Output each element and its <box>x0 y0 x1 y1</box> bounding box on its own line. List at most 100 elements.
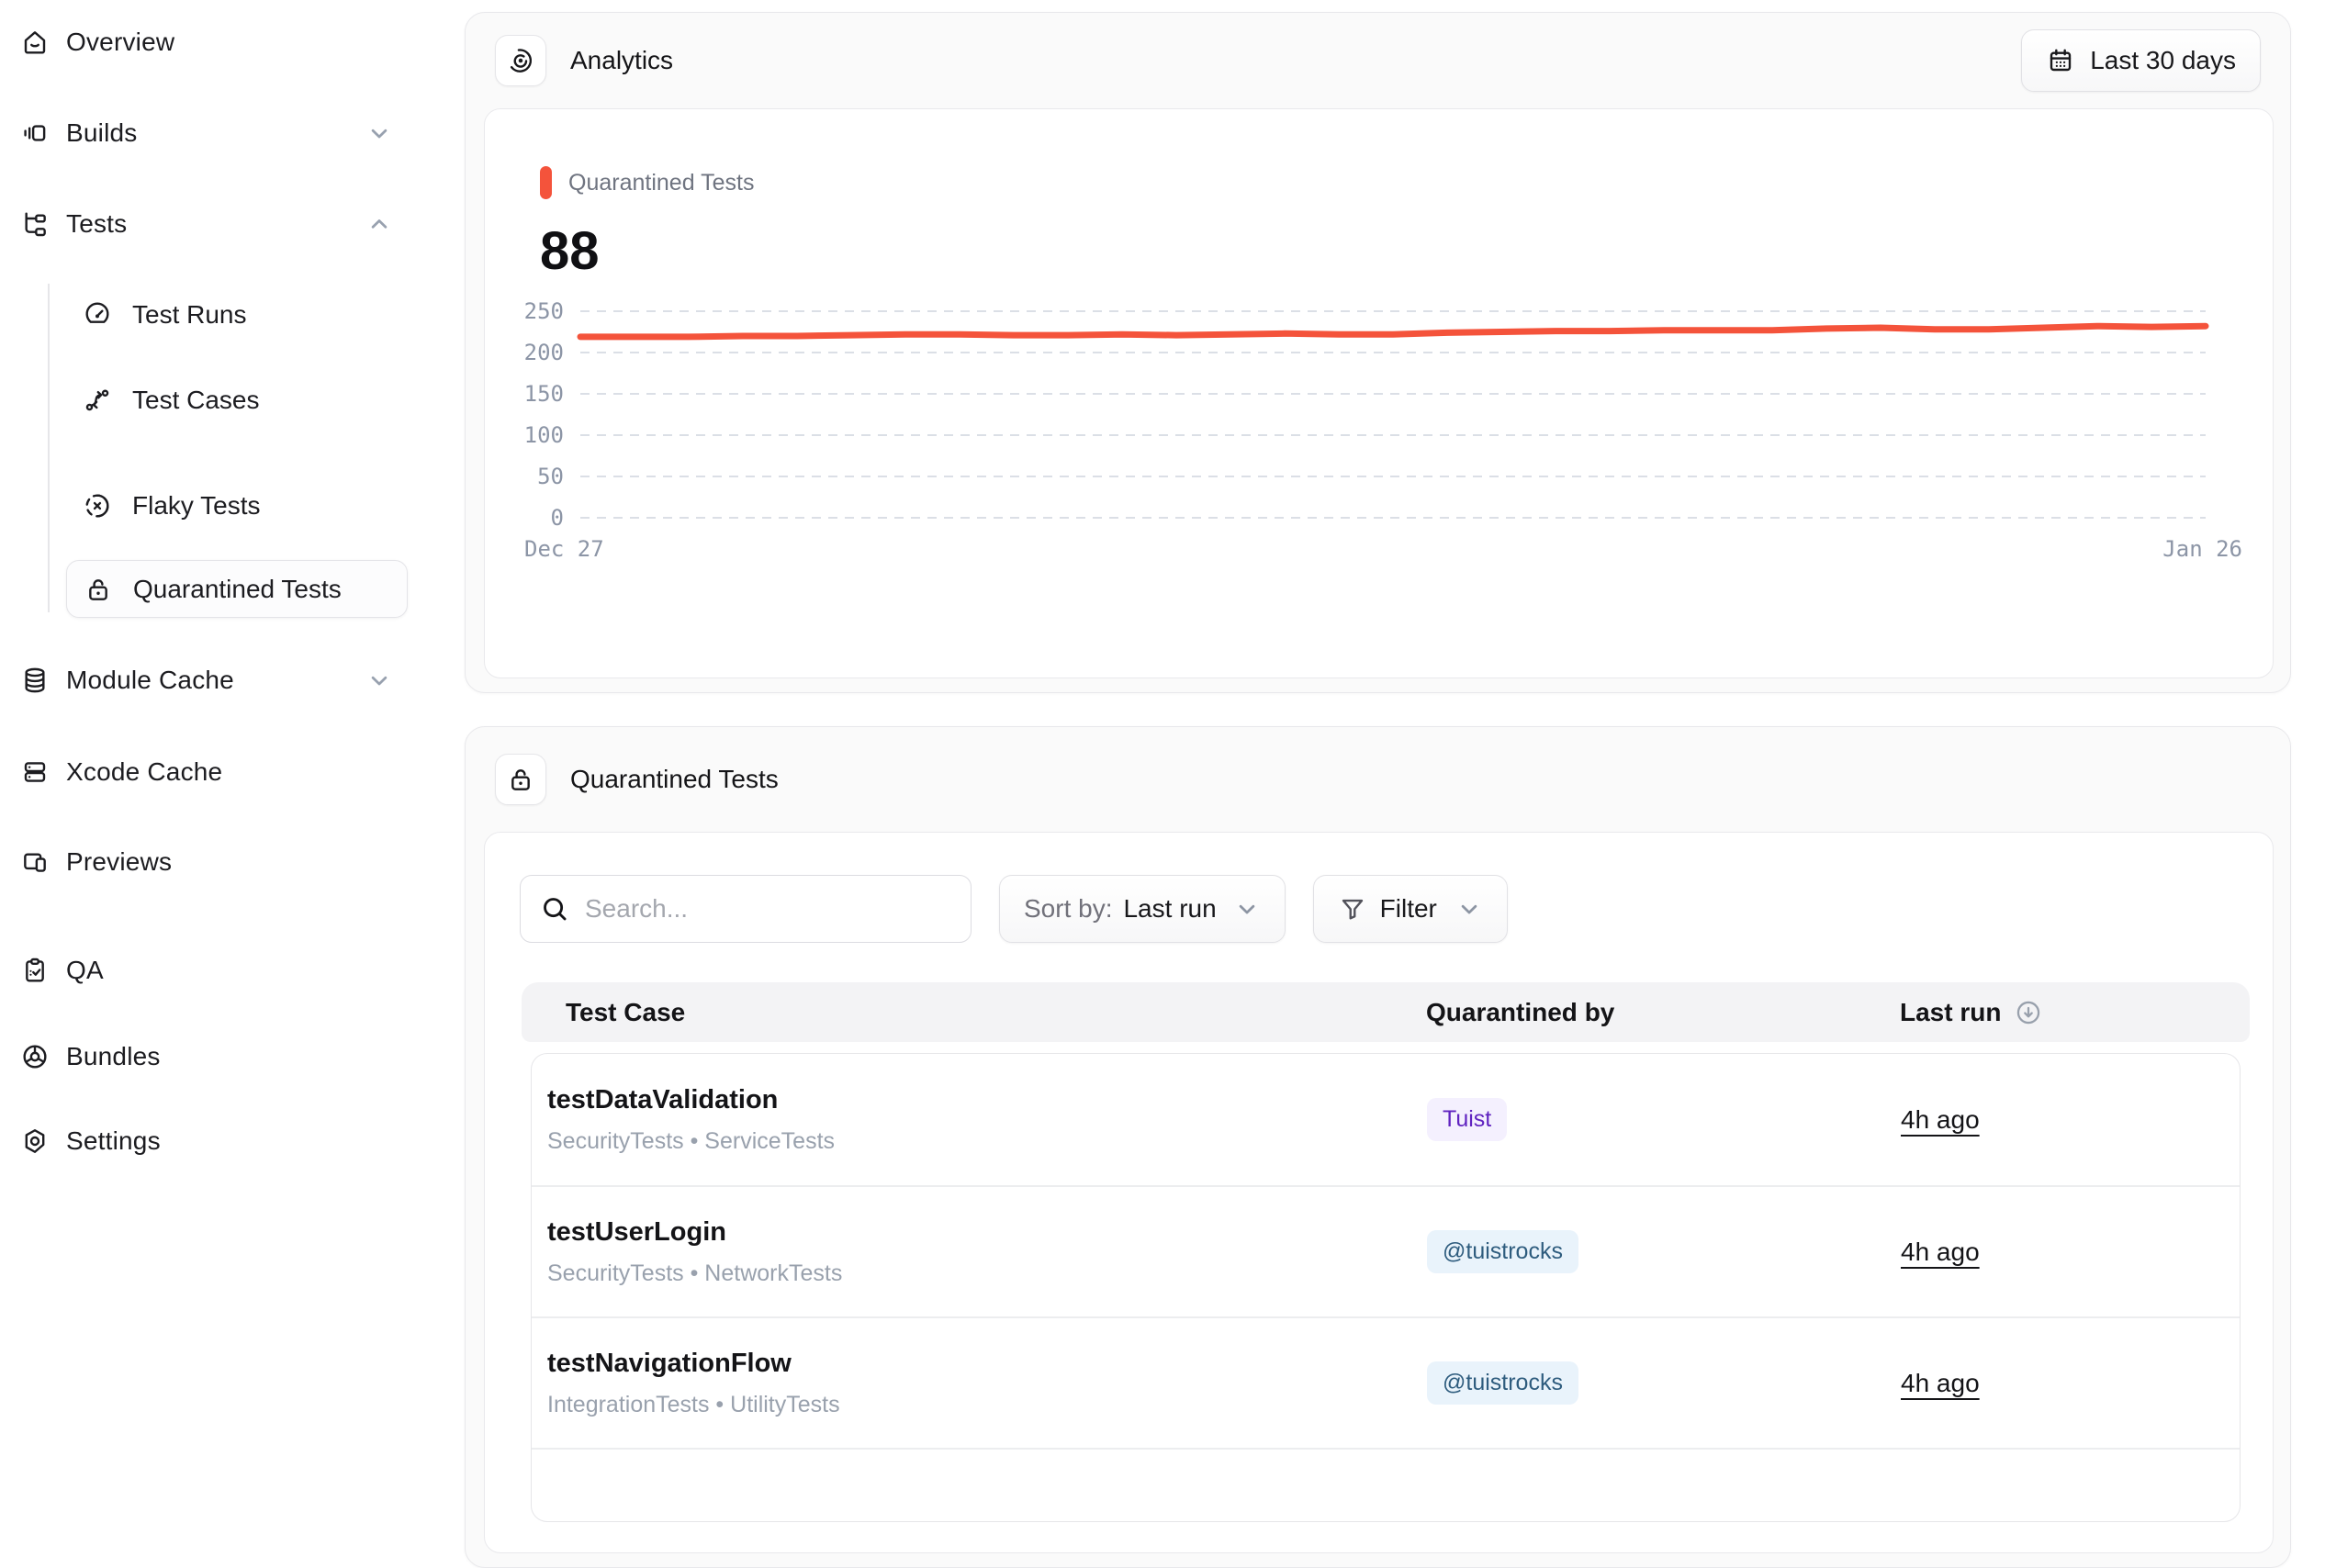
sidebar-item-quarantined-tests[interactable]: Quarantined Tests <box>66 560 408 618</box>
sidebar-item-overview[interactable]: Overview <box>20 20 393 64</box>
analytics-card: Analytics Last 30 days Quarantined Tests… <box>465 12 2291 693</box>
analytics-card-header: Analytics Last 30 days <box>466 13 2290 108</box>
sort-by-label: Sort by: <box>1024 894 1112 924</box>
test-case-suites: SecurityTests • ServiceTests <box>547 1128 1427 1155</box>
devices-icon <box>20 847 50 877</box>
sidebar-item-label: Test Runs <box>132 300 247 330</box>
chevron-down-icon <box>1233 895 1261 923</box>
sidebar-item-xcode-cache[interactable]: Xcode Cache <box>20 750 393 794</box>
sidebar-item-label: Builds <box>66 118 137 148</box>
last-run-link[interactable]: 4h ago <box>1901 1105 1980 1134</box>
calendar-icon <box>2046 46 2075 75</box>
quarantined-icon-box <box>495 754 546 805</box>
sidebar-item-bundles[interactable]: Bundles <box>20 1035 393 1079</box>
search-box[interactable] <box>520 875 972 943</box>
last-run-cell: 4h ago <box>1901 1369 2240 1398</box>
legend-color-marker <box>540 166 552 199</box>
svg-text:100: 100 <box>524 422 564 448</box>
svg-text:200: 200 <box>524 340 564 365</box>
test-case-name: testUserLogin <box>547 1217 1427 1248</box>
sidebar-item-label: Settings <box>66 1126 161 1156</box>
sidebar-item-module-cache[interactable]: Module Cache <box>20 658 393 702</box>
filter-funnel-icon <box>1338 894 1367 924</box>
svg-text:0: 0 <box>551 505 564 531</box>
server-icon <box>20 757 50 787</box>
test-case-cell: testUserLogin SecurityTests • NetworkTes… <box>532 1217 1427 1287</box>
column-header-test-case: Test Case <box>522 998 1426 1027</box>
sort-by-value: Last run <box>1123 894 1216 924</box>
sidebar-item-settings[interactable]: Settings <box>20 1119 393 1163</box>
svg-text:Jan 26: Jan 26 <box>2162 536 2242 562</box>
last-run-cell: 4h ago <box>1901 1105 2240 1135</box>
test-case-cell: testDataValidation SecurityTests • Servi… <box>532 1085 1427 1155</box>
sort-direction-icon[interactable] <box>2014 998 2043 1027</box>
test-case-name: testNavigationFlow <box>547 1349 1427 1379</box>
svg-text:150: 150 <box>524 381 564 407</box>
last-run-link[interactable]: 4h ago <box>1901 1238 1980 1266</box>
card-title: Analytics <box>570 46 673 75</box>
date-range-label: Last 30 days <box>2090 46 2236 75</box>
quarantined-by-cell: @tuistrocks <box>1427 1230 1901 1273</box>
chevron-down-icon[interactable] <box>365 119 393 147</box>
sidebar-item-test-cases[interactable]: Test Cases <box>20 378 393 422</box>
quarantined-by-cell: Tuist <box>1427 1098 1901 1141</box>
sidebar-item-label: Overview <box>66 28 174 57</box>
quarantined-by-cell: @tuistrocks <box>1427 1361 1901 1405</box>
last-run-cell: 4h ago <box>1901 1238 2240 1267</box>
test-case-suites: IntegrationTests • UtilityTests <box>547 1392 1427 1418</box>
sidebar-nav: Overview Builds Tests Test Runs Test Cas… <box>20 0 393 1163</box>
table-row[interactable]: testNavigationFlow IntegrationTests • Ut… <box>532 1316 2240 1448</box>
quarantined-card-header: Quarantined Tests <box>466 727 2290 832</box>
analytics-panel: Quarantined Tests 88 050100150200250Dec … <box>484 108 2274 678</box>
gauge-icon <box>83 300 112 330</box>
table-row[interactable]: testUserLogin SecurityTests • NetworkTes… <box>532 1185 2240 1316</box>
table-row[interactable]: testDataValidation SecurityTests • Servi… <box>532 1054 2240 1185</box>
quarantined-tests-card: Quarantined Tests Sort by: Last run Filt… <box>465 726 2291 1568</box>
sidebar-item-label: Quarantined Tests <box>133 575 342 604</box>
sidebar-item-qa[interactable]: QA <box>20 948 393 992</box>
sidebar-item-builds[interactable]: Builds <box>20 111 393 155</box>
quarantined-by-badge[interactable]: Tuist <box>1427 1098 1507 1141</box>
last-run-link[interactable]: 4h ago <box>1901 1369 1980 1397</box>
sidebar-item-previews[interactable]: Previews <box>20 840 393 884</box>
chevron-up-icon[interactable] <box>365 210 393 238</box>
test-case-suites: SecurityTests • NetworkTests <box>547 1260 1427 1287</box>
sidebar-item-label: QA <box>66 956 104 985</box>
tests-tree-icon <box>20 209 50 239</box>
sidebar-item-label: Bundles <box>66 1042 161 1071</box>
search-input[interactable] <box>585 894 952 924</box>
lock-icon <box>506 765 535 794</box>
analytics-icon-box <box>495 35 546 86</box>
filter-dropdown[interactable]: Filter <box>1313 875 1508 943</box>
metric-value: 88 <box>540 225 2273 278</box>
test-case-cell: testNavigationFlow IntegrationTests • Ut… <box>532 1349 1427 1418</box>
quarantined-by-badge[interactable]: @tuistrocks <box>1427 1230 1578 1273</box>
sidebar-item-label: Test Cases <box>132 386 260 415</box>
svg-text:Dec 27: Dec 27 <box>524 536 604 562</box>
svg-text:250: 250 <box>524 298 564 324</box>
sidebar-item-test-runs[interactable]: Test Runs <box>20 293 393 337</box>
sidebar-item-label: Tests <box>66 209 127 239</box>
test-case-name: testDataValidation <box>547 1085 1427 1115</box>
sidebar-item-label: Previews <box>66 847 172 877</box>
quarantined-by-badge[interactable]: @tuistrocks <box>1427 1361 1578 1405</box>
sidebar-item-label: Module Cache <box>66 666 234 695</box>
sidebar-item-flaky-tests[interactable]: Flaky Tests <box>20 484 393 528</box>
sidebar: Overview Builds Tests Test Runs Test Cas… <box>0 0 464 1458</box>
sidebar-item-label: Xcode Cache <box>66 757 222 787</box>
sort-by-dropdown[interactable]: Sort by: Last run <box>999 875 1286 943</box>
filter-label: Filter <box>1380 894 1437 924</box>
svg-text:50: 50 <box>537 464 564 489</box>
column-header-quarantined-by: Quarantined by <box>1426 998 1900 1027</box>
clipboard-check-icon <box>20 956 50 985</box>
table-header-row: Test Case Quarantined by Last run <box>522 982 2250 1042</box>
wheel-icon <box>20 1042 50 1071</box>
column-header-last-run[interactable]: Last run <box>1900 998 2250 1027</box>
chevron-down-icon <box>1455 895 1483 923</box>
home-icon <box>20 28 50 57</box>
quarantined-tests-line-chart: 0 50 100 150 200 250 Dec 27 Jan 26 <box>518 296 2244 571</box>
table-row <box>532 1448 2240 1521</box>
sidebar-item-tests[interactable]: Tests <box>20 202 393 246</box>
date-range-button[interactable]: Last 30 days <box>2021 29 2261 92</box>
chevron-down-icon[interactable] <box>365 666 393 694</box>
